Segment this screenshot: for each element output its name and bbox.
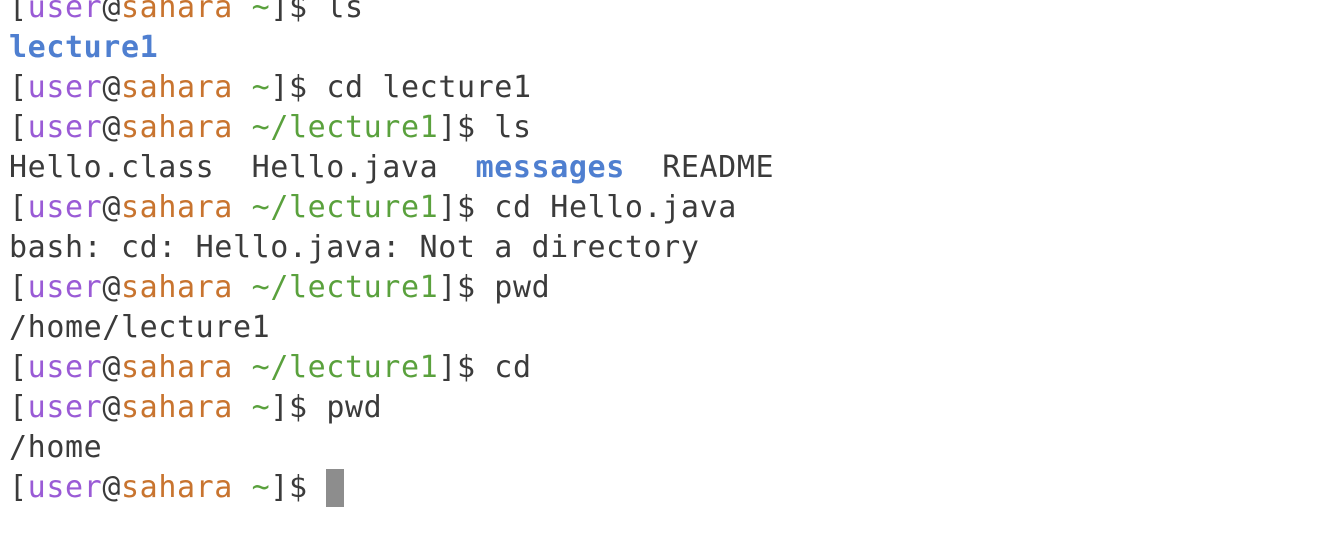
prompt-line: [user@sahara ~]$ (9, 468, 345, 508)
prompt-close-bracket: ] (270, 390, 289, 425)
prompt-dollar: $ (456, 350, 476, 385)
prompt-line: [user@sahara ~/lecture1]$ cd (9, 348, 532, 388)
prompt-line: [user@sahara ~/lecture1]$ ls (9, 108, 532, 148)
command-text: cd lecture1 (326, 70, 532, 105)
prompt-dollar: $ (456, 270, 476, 305)
command-text: cd (494, 350, 532, 385)
prompt-at: @ (102, 350, 121, 385)
prompt-line: [user@sahara ~]$ ls (9, 0, 364, 28)
prompt-open-bracket: [ (9, 0, 28, 25)
prompt-user: user (27, 70, 103, 105)
prompt-at: @ (102, 0, 121, 25)
command-text: pwd (494, 270, 551, 305)
prompt-user: user (27, 390, 103, 425)
prompt-close-bracket: ] (270, 70, 289, 105)
prompt-at: @ (102, 470, 121, 505)
prompt-dollar: $ (456, 110, 476, 145)
prompt-host: sahara (121, 110, 233, 145)
prompt-at: @ (102, 390, 121, 425)
command-text: ls (494, 110, 532, 145)
prompt-path: ~/lecture1 (251, 110, 439, 145)
terminal-window[interactable]: [user@sahara ~]$ ls lecture1 [user@sahara … (0, 0, 1328, 550)
output-line: lecture1 (9, 28, 158, 68)
file-entry: Hello.class (9, 150, 215, 185)
prompt-host: sahara (121, 350, 233, 385)
prompt-host: sahara (121, 190, 233, 225)
prompt-path: ~ (251, 470, 271, 505)
output-text: /home (9, 430, 103, 465)
prompt-host: sahara (121, 0, 233, 25)
prompt-path: ~/lecture1 (251, 350, 439, 385)
prompt-dollar: $ (289, 70, 308, 105)
prompt-dollar: $ (456, 190, 476, 225)
prompt-host: sahara (121, 70, 233, 105)
command-text: ls (326, 0, 364, 25)
prompt-close-bracket: ] (438, 190, 457, 225)
directory-entry: messages (475, 150, 625, 185)
prompt-close-bracket: ] (438, 350, 457, 385)
prompt-dollar: $ (289, 0, 308, 25)
prompt-open-bracket: [ (9, 350, 28, 385)
prompt-user: user (27, 470, 103, 505)
prompt-line: [user@sahara ~]$ cd lecture1 (9, 68, 532, 108)
command-text: pwd (326, 390, 383, 425)
prompt-close-bracket: ] (438, 270, 457, 305)
prompt-at: @ (102, 70, 121, 105)
prompt-close-bracket: ] (270, 0, 289, 25)
command-text: cd Hello.java (494, 190, 737, 225)
terminal-cursor[interactable] (326, 469, 345, 507)
prompt-line: [user@sahara ~/lecture1]$ cd Hello.java (9, 188, 737, 228)
prompt-line: [user@sahara ~]$ pwd (9, 388, 382, 428)
prompt-dollar: $ (289, 470, 308, 505)
output-line: bash: cd: Hello.java: Not a directory (9, 228, 699, 268)
prompt-user: user (27, 350, 103, 385)
directory-entry: lecture1 (9, 30, 159, 65)
prompt-path: ~ (251, 0, 271, 25)
prompt-open-bracket: [ (9, 470, 28, 505)
prompt-close-bracket: ] (438, 110, 457, 145)
prompt-dollar: $ (289, 390, 308, 425)
prompt-open-bracket: [ (9, 190, 28, 225)
prompt-open-bracket: [ (9, 70, 28, 105)
prompt-user: user (27, 270, 103, 305)
prompt-host: sahara (121, 270, 233, 305)
file-entry: Hello.java (251, 150, 439, 185)
prompt-path: ~/lecture1 (251, 270, 439, 305)
prompt-close-bracket: ] (270, 470, 289, 505)
prompt-open-bracket: [ (9, 270, 28, 305)
prompt-path: ~ (251, 390, 271, 425)
prompt-path: ~/lecture1 (251, 190, 439, 225)
prompt-user: user (27, 110, 103, 145)
prompt-at: @ (102, 270, 121, 305)
output-text: bash: cd: Hello.java: Not a directory (9, 230, 700, 265)
prompt-host: sahara (121, 390, 233, 425)
prompt-host: sahara (121, 470, 233, 505)
prompt-path: ~ (251, 70, 271, 105)
prompt-user: user (27, 0, 103, 25)
output-line: Hello.class Hello.java messages README (9, 148, 774, 188)
output-line: /home (9, 428, 102, 468)
prompt-open-bracket: [ (9, 390, 28, 425)
output-line: /home/lecture1 (9, 308, 270, 348)
prompt-open-bracket: [ (9, 110, 28, 145)
prompt-at: @ (102, 190, 121, 225)
prompt-at: @ (102, 110, 121, 145)
output-text: /home/lecture1 (9, 310, 271, 345)
prompt-user: user (27, 190, 103, 225)
file-entry: README (662, 150, 775, 185)
prompt-line: [user@sahara ~/lecture1]$ pwd (9, 268, 550, 308)
